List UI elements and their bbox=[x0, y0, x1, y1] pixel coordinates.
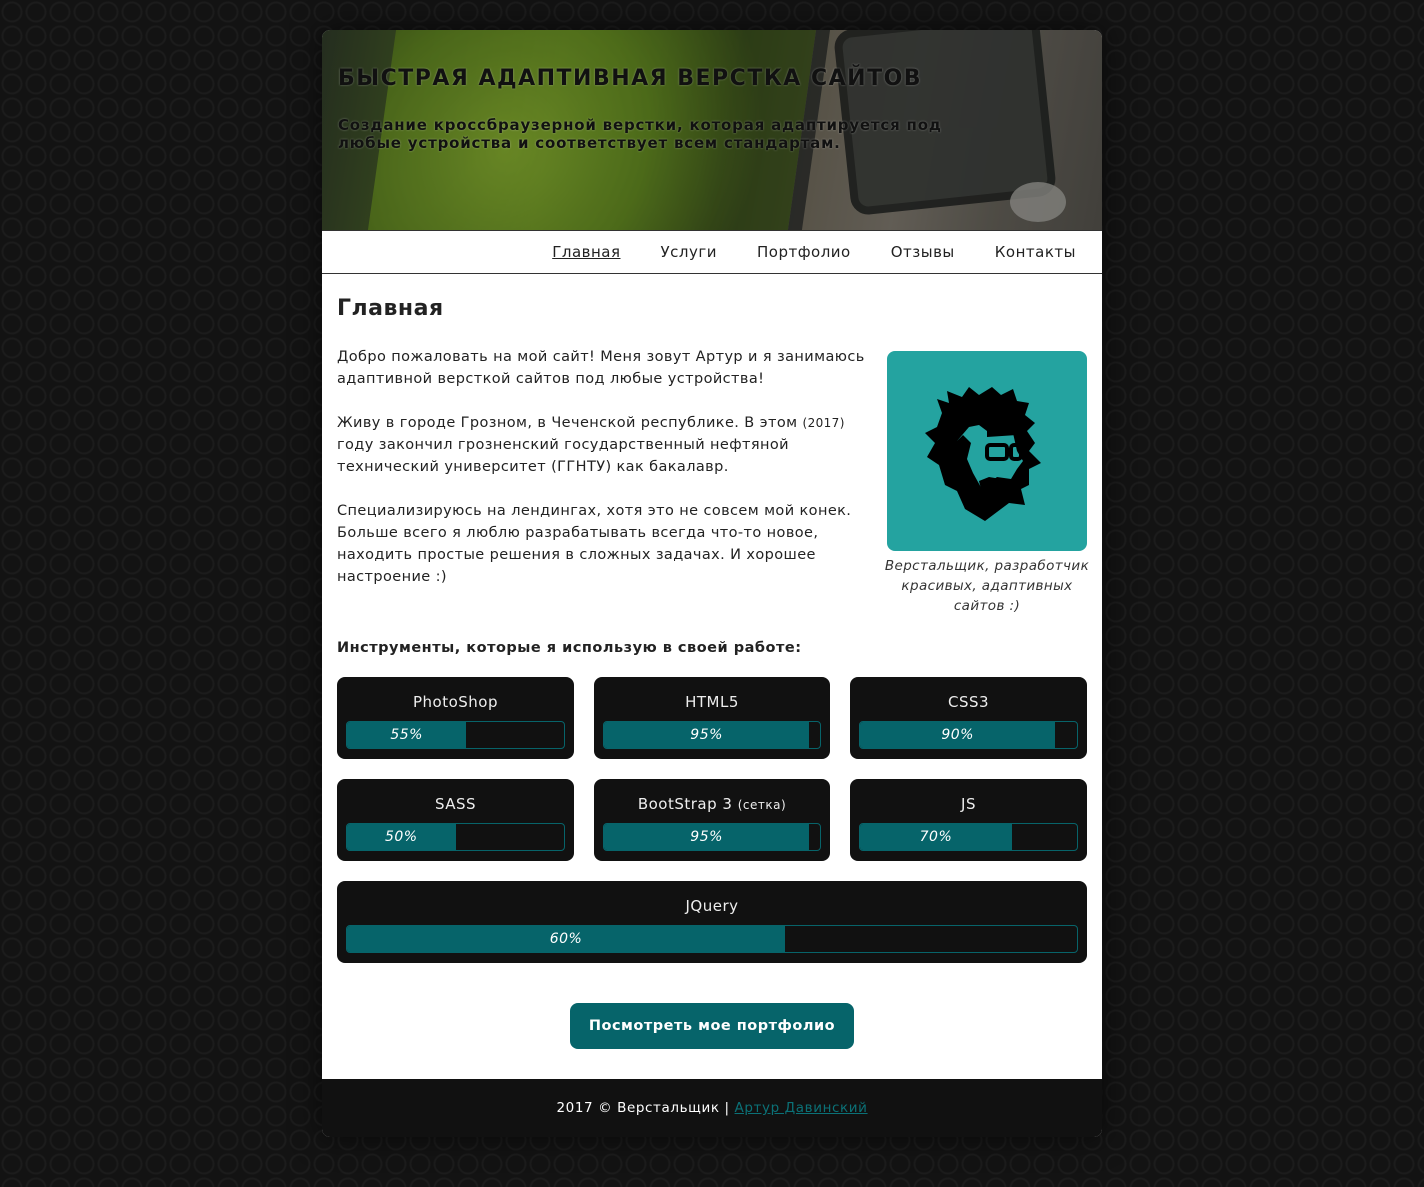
skill-percent: 95% bbox=[690, 829, 723, 845]
skill-card: BootStrap 3 (сетка) 95% bbox=[594, 779, 830, 861]
intro-text: Добро пожаловать на мой сайт! Меня зовут… bbox=[337, 346, 872, 610]
skill-card: HTML5 95% bbox=[594, 677, 830, 759]
site-footer: 2017 © Верстальщик | Артур Давинский bbox=[322, 1079, 1102, 1137]
skill-percent: 50% bbox=[384, 829, 418, 845]
skill-card: JQuery 60% bbox=[337, 881, 1087, 963]
footer-author-link[interactable]: Артур Давинский bbox=[735, 1100, 868, 1116]
skill-progress-fill: 95% bbox=[604, 722, 810, 748]
nav-item-home[interactable]: Главная bbox=[552, 243, 620, 261]
skill-progress-fill: 90% bbox=[860, 722, 1056, 748]
developer-avatar-icon bbox=[925, 387, 1041, 521]
page-container: БЫСТРАЯ АДАПТИВНАЯ ВЕРСТКА САЙТОВ Создан… bbox=[322, 30, 1102, 1137]
skill-name: SASS bbox=[434, 795, 477, 813]
skill-progress-fill: 55% bbox=[347, 722, 467, 748]
skill-name: PhotoShop bbox=[412, 693, 498, 711]
skill-percent: 95% bbox=[690, 727, 723, 743]
skill-name: BootStrap 3 bbox=[637, 795, 738, 813]
skill-progress-fill: 95% bbox=[604, 824, 810, 850]
skill-card: CSS3 90% bbox=[850, 677, 1087, 759]
site-header: БЫСТРАЯ АДАПТИВНАЯ ВЕРСТКА САЙТОВ Создан… bbox=[322, 30, 1102, 230]
skill-percent: 55% bbox=[390, 727, 423, 743]
skill-percent: 60% bbox=[549, 931, 583, 947]
skill-card: PhotoShop 55% bbox=[337, 677, 574, 759]
skill-progress-bar: 50% bbox=[346, 823, 565, 851]
skill-progress-fill: 70% bbox=[860, 824, 1012, 850]
skill-progress-bar: 60% bbox=[346, 925, 1078, 953]
intro-paragraph-2: Живу в городе Грозном, в Чеченской респу… bbox=[337, 415, 845, 475]
footer-text: 2017 © Верстальщик | bbox=[556, 1100, 735, 1116]
skill-progress-bar: 55% bbox=[346, 721, 565, 749]
skill-progress-bar: 90% bbox=[859, 721, 1078, 749]
skill-progress-bar: 95% bbox=[603, 721, 821, 749]
skill-name: JS bbox=[961, 795, 976, 813]
nav-item-reviews[interactable]: Отзывы bbox=[891, 243, 955, 261]
nav-item-contacts[interactable]: Контакты bbox=[995, 243, 1076, 261]
intro-paragraph-3: Специализируюсь на лендингах, хотя это н… bbox=[337, 503, 852, 585]
nav-item-portfolio[interactable]: Портфолио bbox=[757, 243, 851, 261]
main-nav: Главная Услуги Портфолио Отзывы Контакты bbox=[322, 230, 1102, 274]
skill-card: JS 70% bbox=[850, 779, 1087, 861]
avatar bbox=[887, 351, 1087, 551]
avatar-caption: Верстальщик, разработчик красивых, адапт… bbox=[884, 558, 1090, 614]
skill-progress-bar: 95% bbox=[603, 823, 821, 851]
page-title: Главная bbox=[337, 296, 444, 321]
site-title: БЫСТРАЯ АДАПТИВНАЯ ВЕРСТКА САЙТОВ bbox=[338, 66, 923, 91]
skill-name: HTML5 bbox=[685, 693, 739, 711]
skill-progress-fill: 60% bbox=[347, 926, 785, 952]
skill-progress-bar: 70% bbox=[859, 823, 1078, 851]
skill-percent: 90% bbox=[941, 727, 974, 743]
skill-progress-fill: 50% bbox=[347, 824, 456, 850]
skill-card: SASS 50% bbox=[337, 779, 574, 861]
skill-name: JQuery bbox=[685, 897, 739, 915]
intro-paragraph-1: Добро пожаловать на мой сайт! Меня зовут… bbox=[337, 349, 865, 387]
skill-percent: 70% bbox=[919, 829, 953, 845]
tools-title: Инструменты, которые я использую в своей… bbox=[337, 640, 802, 656]
view-portfolio-button[interactable]: Посмотреть мое портфолио bbox=[570, 1003, 854, 1049]
site-subtitle: Создание кроссбраузерной верстки, котора… bbox=[338, 116, 942, 152]
nav-item-services[interactable]: Услуги bbox=[661, 243, 717, 261]
skill-name: CSS3 bbox=[947, 693, 990, 711]
